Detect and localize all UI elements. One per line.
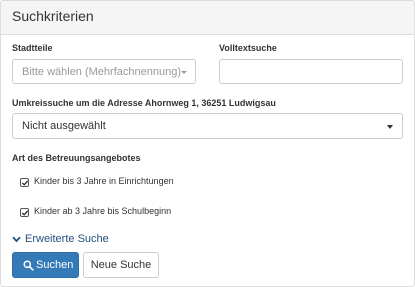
chevron-down-icon [181,71,187,74]
radius-select[interactable]: Nicht ausgewählt [12,113,403,139]
checkmark-icon [21,180,29,186]
search-button[interactable]: Suchen [12,252,79,278]
fulltext-input[interactable] [219,59,403,84]
care-option-checkbox-2[interactable] [20,208,29,217]
districts-placeholder: Bitte wählen (Mehrfachnennung) [22,66,181,78]
panel-heading: Suchkriterien [1,1,414,35]
reset-search-button[interactable]: Neue Suche [83,252,159,278]
reset-search-label: Neue Suche [90,259,152,271]
care-option-checkbox-1[interactable] [20,178,29,187]
advanced-search-label: Erweiterte Suche [25,233,109,245]
search-icon [23,260,34,271]
radius-label: Umkreissuche um die Adresse Ahornweg 1, … [12,98,276,108]
chevron-down-icon [12,236,21,243]
search-button-label: Suchen [36,259,74,271]
fulltext-label: Volltextsuche [219,43,277,53]
care-option-label-2[interactable]: Kinder ab 3 Jahre bis Schulbeginn [34,206,171,216]
care-type-label: Art des Betreuungsangebotes [12,153,141,163]
radius-selected: Nicht ausgewählt [22,120,106,132]
districts-label: Stadtteile [12,43,53,53]
care-option-label-1[interactable]: Kinder bis 3 Jahre in Einrichtungen [34,176,174,186]
checkmark-icon [21,210,29,216]
districts-select[interactable]: Bitte wählen (Mehrfachnennung) [12,59,196,84]
panel-title: Suchkriterien [12,8,94,24]
search-criteria-panel: Suchkriterien Stadtteile Bitte wählen (M… [0,0,415,287]
caret-down-icon [387,125,393,129]
